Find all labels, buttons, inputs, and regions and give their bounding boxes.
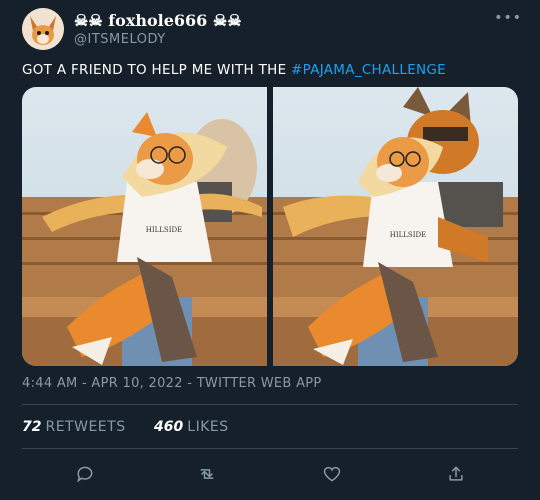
tweet-time[interactable]: 4:44 AM	[22, 376, 78, 391]
retweet-button[interactable]	[193, 460, 221, 488]
author-handle[interactable]: @ITSMELODY	[74, 32, 166, 47]
like-button[interactable]	[318, 460, 346, 488]
reply-button[interactable]	[71, 460, 99, 488]
meta-separator: -	[187, 376, 193, 391]
likes-label: LIKES	[187, 419, 229, 435]
speech-bubble-icon	[77, 466, 93, 483]
likes-stat[interactable]: 460 LIKES	[154, 419, 229, 435]
avatar[interactable]	[22, 8, 64, 50]
divider	[22, 404, 518, 405]
tweet-photo-1[interactable]: HILLSIDE	[22, 87, 267, 366]
share-button[interactable]	[442, 460, 470, 488]
more-options-icon[interactable]: •••	[494, 10, 522, 26]
media-grid: HILLSIDE HILLSIDE	[22, 87, 518, 366]
action-bar	[0, 460, 540, 488]
tweet-timestamp-line: 4:44 AM - APR 10, 2022 - TWITTER WEB APP	[22, 376, 322, 391]
retweets-label: RETWEETS	[45, 419, 126, 435]
retweet-arrows-icon	[200, 469, 214, 479]
tweet-date[interactable]: APR 10, 2022	[91, 376, 182, 391]
retweets-count: 72	[22, 419, 42, 435]
retweets-stat[interactable]: 72 RETWEETS	[22, 419, 126, 435]
tweet-stats: 72 RETWEETS 460 LIKES	[22, 419, 253, 435]
meta-separator: -	[81, 376, 87, 391]
tweet-photo-2[interactable]: HILLSIDE	[273, 87, 518, 366]
author-display-name[interactable]: ☠☠ foxhole666 ☠☠	[74, 11, 242, 30]
tweet-source[interactable]: TWITTER WEB APP	[197, 376, 322, 391]
share-upload-icon	[449, 466, 463, 481]
likes-count: 460	[154, 419, 184, 435]
heart-icon	[323, 466, 341, 482]
hashtag-link[interactable]: #PAJAMA_CHALLENGE	[291, 62, 446, 78]
tweet-text-body: GOT A FRIEND TO HELP ME WITH THE	[22, 62, 291, 78]
tweet-text: GOT A FRIEND TO HELP ME WITH THE #PAJAMA…	[22, 62, 446, 78]
shirt-text-2: HILLSIDE	[390, 231, 426, 239]
divider	[22, 448, 518, 449]
shirt-text-1: HILLSIDE	[146, 226, 182, 234]
